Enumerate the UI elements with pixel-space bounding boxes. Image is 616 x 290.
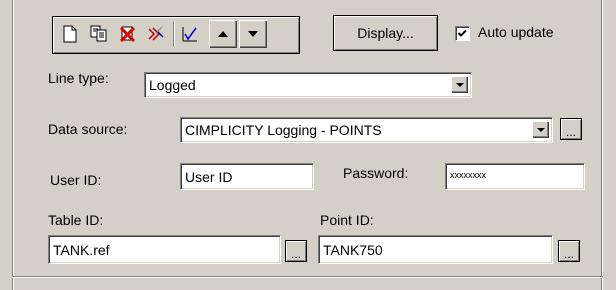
panel-border-bottom-highlight [12, 277, 603, 278]
chevron-down-icon [455, 82, 464, 87]
line-type-value: Logged [149, 77, 196, 93]
move-down-button[interactable] [239, 20, 267, 48]
delete-icon [119, 26, 136, 43]
password-value: xxxxxxxx [450, 170, 486, 180]
data-source-value: CIMPLICITY Logging - POINTS [185, 122, 382, 138]
new-icon [63, 25, 77, 43]
copy-pen-button[interactable] [85, 20, 113, 48]
chart-check-icon [182, 27, 197, 42]
copy-icon [90, 25, 107, 42]
data-source-dropdown-button[interactable] [532, 121, 549, 138]
pen-toolbar [52, 16, 300, 54]
move-up-button[interactable] [209, 20, 237, 48]
point-id-value: TANK750 [323, 241, 383, 258]
data-source-select[interactable]: CIMPLICITY Logging - POINTS [180, 117, 553, 143]
point-id-label: Point ID: [320, 212, 374, 228]
password-label: Password: [343, 165, 409, 181]
panel-border-right-highlight [602, 0, 603, 290]
line-type-dropdown-button[interactable] [451, 76, 468, 93]
move-up-icon [218, 31, 228, 37]
line-type-label: Line type: [48, 70, 109, 86]
chart-pen-icon [148, 26, 164, 41]
new-pen-button[interactable] [56, 20, 84, 48]
table-id-label: Table ID: [48, 212, 104, 228]
point-id-input[interactable]: TANK750 [318, 235, 553, 264]
auto-update-label: Auto update [478, 24, 554, 40]
display-button-label: Display... [357, 25, 414, 41]
auto-update-checkbox[interactable] [455, 26, 470, 41]
point-id-browse-button[interactable]: ... [558, 240, 580, 262]
panel-border-left-highlight [13, 0, 14, 290]
point-id-browse-label: ... [563, 247, 574, 261]
table-id-browse-button[interactable]: ... [285, 240, 307, 262]
table-id-input[interactable]: TANK.ref [48, 235, 281, 264]
table-id-value: TANK.ref [53, 241, 110, 258]
password-input[interactable]: xxxxxxxx [445, 163, 585, 190]
data-source-label: Data source: [48, 121, 128, 137]
move-down-icon [248, 31, 258, 37]
toolbar-separator [173, 21, 175, 47]
chevron-down-icon [536, 127, 545, 132]
data-source-browse-label: ... [565, 125, 576, 139]
table-id-browse-label: ... [290, 247, 301, 261]
edit-pen-button[interactable] [143, 20, 171, 48]
display-button[interactable]: Display... [333, 15, 438, 51]
checkmark-icon [457, 29, 467, 37]
pen-properties-button[interactable] [176, 20, 204, 48]
line-type-select[interactable]: Logged [144, 72, 472, 98]
user-id-value: User ID [185, 168, 233, 185]
user-id-label: User ID: [50, 172, 102, 188]
delete-pen-button[interactable] [114, 20, 142, 48]
user-id-input[interactable]: User ID [180, 163, 314, 190]
data-source-browse-button[interactable]: ... [560, 118, 582, 140]
